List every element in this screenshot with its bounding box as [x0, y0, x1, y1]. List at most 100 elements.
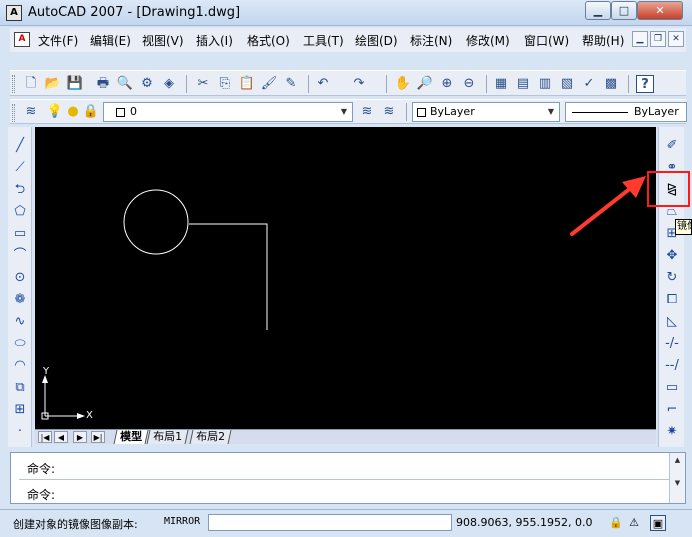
scroll-up-icon[interactable]: ▲: [671, 454, 684, 467]
spline-icon[interactable]: ∿: [11, 313, 29, 331]
lightbulb-icon[interactable]: 💡: [46, 103, 64, 121]
polygon-icon[interactable]: ⬠: [11, 203, 29, 221]
zoom-window-icon[interactable]: ⊕: [438, 75, 456, 93]
design-center-icon[interactable]: ▤: [514, 75, 532, 93]
autocad-app-icon[interactable]: A: [6, 5, 22, 21]
tool-palettes-icon[interactable]: ▥: [536, 75, 554, 93]
command-prompt[interactable]: 命令:: [27, 486, 55, 503]
first-tab-icon[interactable]: |◀: [38, 431, 52, 443]
rotate-icon[interactable]: ↻: [663, 269, 681, 287]
ucs-x-label: X: [86, 410, 93, 421]
publish-icon[interactable]: ⚙: [138, 75, 156, 93]
menu-tools[interactable]: 工具(T): [303, 32, 344, 49]
menu-modify[interactable]: 修改(M): [466, 32, 510, 49]
command-scrollbar[interactable]: ▲ ▼: [669, 453, 685, 503]
save-icon[interactable]: 💾: [66, 75, 84, 93]
markup-icon[interactable]: ✓: [580, 75, 598, 93]
plot-preview-icon[interactable]: 🔍: [116, 75, 134, 93]
close-button[interactable]: ✕: [637, 1, 683, 20]
tab-model[interactable]: 模型: [113, 430, 149, 444]
stretch-icon[interactable]: ◺: [663, 313, 681, 331]
maximize-button[interactable]: □: [611, 1, 637, 20]
help-icon[interactable]: ?: [636, 75, 654, 93]
chamfer-icon[interactable]: ⌐: [663, 401, 681, 419]
document-icon[interactable]: A: [14, 32, 30, 47]
tab-layout1[interactable]: 布局1: [146, 430, 189, 444]
drawn-polyline[interactable]: [189, 223, 268, 330]
make-block-icon[interactable]: ⊞: [11, 401, 29, 419]
clean-screen-icon[interactable]: ▣: [650, 515, 666, 531]
mdi-close-button[interactable]: ✕: [668, 31, 684, 47]
open-icon[interactable]: 📂: [44, 75, 62, 93]
new-icon[interactable]: 🗋: [22, 75, 40, 93]
chevron-down-icon[interactable]: ▼: [545, 105, 557, 119]
color-dropdown[interactable]: ByLayer ▼: [412, 102, 560, 122]
communication-center-icon[interactable]: ⚠: [626, 515, 642, 531]
menu-window[interactable]: 窗口(W): [524, 32, 569, 49]
point-icon[interactable]: ·: [11, 423, 29, 441]
match-properties-icon[interactable]: 🖌: [260, 75, 278, 93]
make-current-icon[interactable]: ≋: [358, 103, 376, 121]
block-editor-icon[interactable]: ✎: [282, 75, 300, 93]
layer-previous-icon[interactable]: ≋: [380, 103, 398, 121]
zoom-realtime-icon[interactable]: 🔎: [416, 75, 434, 93]
3d-dwf-icon[interactable]: ◈: [160, 75, 178, 93]
erase-icon[interactable]: ✐: [663, 137, 681, 155]
next-tab-icon[interactable]: ▶: [73, 431, 87, 443]
circle-icon[interactable]: ⊙: [11, 269, 29, 287]
insert-block-icon[interactable]: ⧉: [11, 379, 29, 397]
move-icon[interactable]: ✥: [663, 247, 681, 265]
line-icon[interactable]: ╱: [11, 137, 29, 155]
tab-layout2[interactable]: 布局2: [189, 430, 232, 444]
polyline-icon[interactable]: ⮌: [11, 181, 29, 199]
redo-icon[interactable]: ↷: [350, 75, 368, 93]
lock-icon[interactable]: 🔒: [82, 103, 100, 121]
chevron-down-icon[interactable]: ▼: [338, 105, 350, 119]
plot-icon[interactable]: 🖶: [94, 75, 112, 93]
revcloud-icon[interactable]: ❁: [11, 291, 29, 309]
mdi-minimize-button[interactable]: ▁: [632, 31, 648, 47]
last-tab-icon[interactable]: ▶|: [91, 431, 105, 443]
menu-draw[interactable]: 绘图(D): [355, 32, 398, 49]
menu-insert[interactable]: 插入(I): [196, 32, 233, 49]
construction-line-icon[interactable]: ⟋: [11, 159, 29, 177]
layer-dropdown[interactable]: 0 ▼: [103, 102, 353, 122]
lock-icon[interactable]: 🔒: [608, 515, 624, 531]
menu-view[interactable]: 视图(V): [142, 32, 184, 49]
menu-bar: A 文件(F) 编辑(E) 视图(V) 插入(I) 格式(O) 工具(T) 绘图…: [10, 28, 686, 52]
cut-icon[interactable]: ✂: [194, 75, 212, 93]
prev-tab-icon[interactable]: ◀: [54, 431, 68, 443]
linetype-dropdown[interactable]: ByLayer: [565, 102, 687, 122]
minimize-button[interactable]: ▁: [585, 1, 611, 20]
sheet-set-icon[interactable]: ▧: [558, 75, 576, 93]
toolbar-grip[interactable]: [12, 104, 15, 122]
menu-format[interactable]: 格式(O): [247, 32, 290, 49]
arc-icon[interactable]: ⌒: [11, 247, 29, 265]
menu-help[interactable]: 帮助(H): [582, 32, 624, 49]
mdi-restore-button[interactable]: ❐: [650, 31, 666, 47]
zoom-previous-icon[interactable]: ⊖: [460, 75, 478, 93]
undo-icon[interactable]: ↶: [314, 75, 332, 93]
extend-icon[interactable]: --/: [663, 357, 681, 375]
trim-icon[interactable]: -/-: [663, 335, 681, 353]
sun-icon[interactable]: ●: [64, 103, 82, 121]
pan-icon[interactable]: ✋: [394, 75, 412, 93]
menu-dimension[interactable]: 标注(N): [410, 32, 452, 49]
ellipse-arc-icon[interactable]: ◠: [11, 357, 29, 375]
scale-icon[interactable]: ⧠: [663, 291, 681, 309]
paste-icon[interactable]: 📋: [238, 75, 256, 93]
ellipse-icon[interactable]: ⬭: [11, 335, 29, 353]
copy-icon[interactable]: ⎘: [216, 75, 234, 93]
break-icon[interactable]: ▭: [663, 379, 681, 397]
explode-icon[interactable]: ✷: [663, 423, 681, 441]
properties-icon[interactable]: ▦: [492, 75, 510, 93]
scroll-down-icon[interactable]: ▼: [671, 477, 684, 490]
toolbar-grip[interactable]: [12, 75, 15, 93]
calculator-icon[interactable]: ▩: [602, 75, 620, 93]
layer-manager-icon[interactable]: ≋: [22, 103, 40, 121]
menu-file[interactable]: 文件(F): [38, 32, 78, 49]
drawn-circle[interactable]: [123, 189, 189, 255]
menu-edit[interactable]: 编辑(E): [90, 32, 131, 49]
rectangle-icon[interactable]: ▭: [11, 225, 29, 243]
coordinate-readout[interactable]: 908.9063, 955.1952, 0.0: [456, 516, 592, 529]
